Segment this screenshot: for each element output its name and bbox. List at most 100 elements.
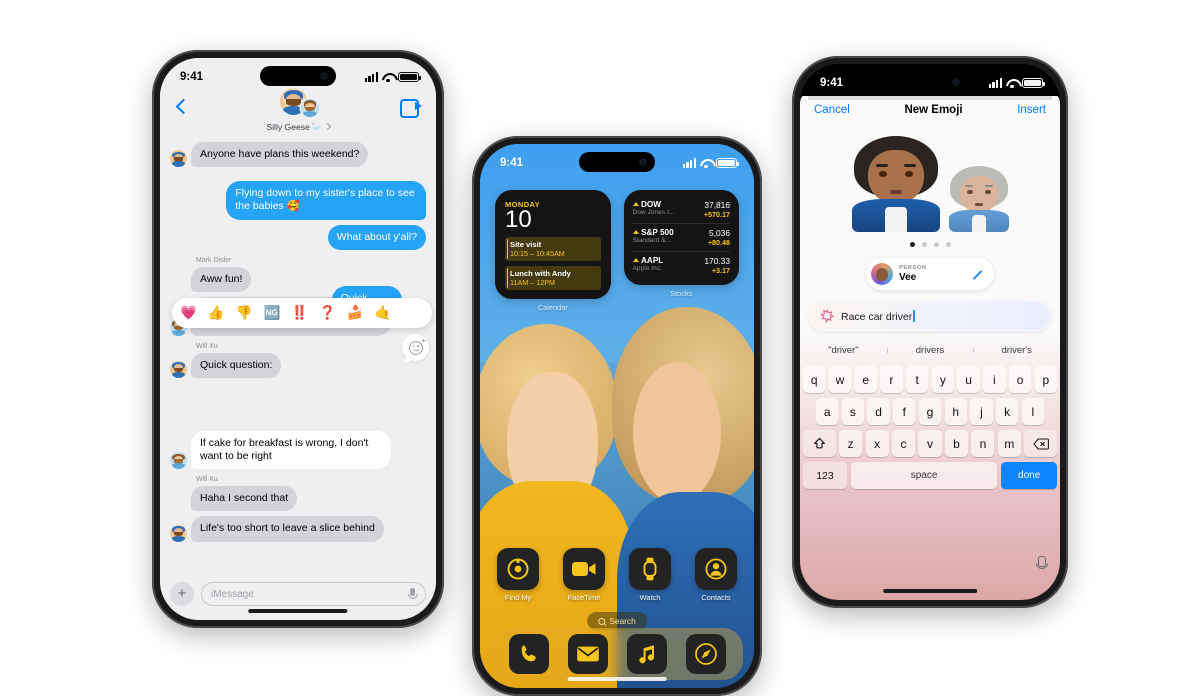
message-bubble[interactable]: Aww fun! bbox=[191, 266, 252, 293]
microphone-icon[interactable] bbox=[408, 588, 418, 600]
done-key[interactable]: done bbox=[1001, 462, 1057, 489]
genmoji-carousel[interactable] bbox=[800, 128, 1060, 232]
stock-right: 37,816 +570.17 bbox=[704, 200, 730, 220]
message-bubble[interactable]: If cake for breakfast is wrong, I don't … bbox=[191, 430, 391, 470]
conversation-title: Silly Geese 🦢 bbox=[266, 121, 331, 132]
tapback-option[interactable]: ‼️ bbox=[291, 305, 308, 321]
chevron-left-icon[interactable] bbox=[172, 98, 192, 118]
key-b[interactable]: b bbox=[944, 430, 968, 457]
key-w[interactable]: w bbox=[828, 366, 852, 393]
app-icon-findmy[interactable]: Find My bbox=[495, 548, 541, 602]
stock-row[interactable]: S&P 500 Standard &... 5,036 +80.48 bbox=[632, 224, 730, 252]
safari-icon[interactable] bbox=[685, 634, 726, 674]
status-time: 9:41 bbox=[180, 71, 204, 83]
key-h[interactable]: h bbox=[944, 398, 967, 425]
calendar-event[interactable]: Lunch with Andy 11AM – 12PM bbox=[505, 266, 601, 290]
suggestion-bar[interactable]: "driver" drivers driver's bbox=[800, 340, 1060, 361]
key-v[interactable]: v bbox=[918, 430, 942, 457]
page-dot[interactable] bbox=[921, 242, 927, 247]
numbers-key[interactable]: 123 bbox=[803, 462, 847, 489]
key-l[interactable]: l bbox=[1021, 398, 1044, 425]
suggestion-item[interactable]: drivers bbox=[886, 345, 974, 356]
key-n[interactable]: n bbox=[971, 430, 995, 457]
conversation-header[interactable]: Silly Geese 🦢 bbox=[200, 88, 396, 132]
app-icon-watch[interactable]: Watch bbox=[627, 548, 673, 602]
tapback-option[interactable]: 🤙 bbox=[375, 305, 392, 321]
key-q[interactable]: q bbox=[803, 366, 826, 393]
stock-row[interactable]: DOW Dow Jones I... 37,816 +570.17 bbox=[632, 196, 730, 224]
delete-icon[interactable] bbox=[1024, 430, 1058, 457]
key-p[interactable]: p bbox=[1034, 366, 1057, 393]
tapback-option[interactable]: 👎 bbox=[236, 305, 253, 321]
tapback-option[interactable]: 👍 bbox=[208, 305, 225, 321]
key-i[interactable]: i bbox=[983, 366, 1006, 393]
person-chip[interactable]: PERSON Vee bbox=[866, 258, 994, 290]
mail-icon[interactable] bbox=[567, 634, 608, 674]
calendar-widget[interactable]: MONDAY 10 Site visit 10:15 – 10:45AM Lun… bbox=[495, 190, 611, 299]
insert-button[interactable]: Insert bbox=[1017, 104, 1046, 116]
key-t[interactable]: t bbox=[905, 366, 929, 393]
microphone-icon[interactable] bbox=[1035, 556, 1048, 572]
stocks-widget[interactable]: DOW Dow Jones I... 37,816 +570.17 S&P 50… bbox=[623, 190, 739, 285]
message-bubble[interactable]: Life's too short to leave a slice behind bbox=[191, 516, 384, 542]
space-key[interactable]: space bbox=[850, 462, 998, 489]
key-u[interactable]: u bbox=[957, 366, 980, 393]
stock-left: AAPL Apple Inc. bbox=[632, 256, 663, 272]
key-o[interactable]: o bbox=[1008, 366, 1032, 393]
page-dots[interactable] bbox=[800, 242, 1060, 247]
conversation-name: Silly Geese bbox=[266, 121, 310, 132]
message-bubble[interactable]: Flying down to my sister's place to see … bbox=[226, 181, 426, 220]
cancel-button[interactable]: Cancel bbox=[814, 104, 850, 116]
tapback-option[interactable]: 🆖 bbox=[263, 305, 280, 321]
key-j[interactable]: j bbox=[970, 398, 993, 425]
key-e[interactable]: e bbox=[854, 366, 877, 393]
prompt-input[interactable]: Race car driver bbox=[809, 301, 1051, 331]
pencil-icon[interactable] bbox=[973, 268, 986, 281]
key-d[interactable]: d bbox=[867, 398, 890, 425]
page-dot[interactable] bbox=[933, 242, 939, 247]
key-c[interactable]: c bbox=[892, 430, 916, 457]
key-y[interactable]: y bbox=[931, 366, 955, 393]
tapback-option[interactable]: 🍰 bbox=[347, 305, 364, 321]
findmy-icon bbox=[497, 548, 539, 590]
imessage-input[interactable]: iMessage bbox=[201, 582, 426, 606]
smiley-plus-icon[interactable]: + bbox=[402, 334, 429, 362]
watch-icon bbox=[629, 548, 671, 590]
suggestion-item[interactable]: "driver" bbox=[800, 345, 887, 356]
facetime-video-icon[interactable] bbox=[400, 99, 422, 118]
add-attachment-button[interactable]: + bbox=[170, 582, 194, 606]
stock-price: 170.33 bbox=[704, 255, 730, 266]
stock-row[interactable]: AAPL Apple Inc. 170.33 +3.17 bbox=[632, 252, 730, 279]
genmoji-alternate[interactable] bbox=[948, 166, 1010, 232]
key-f[interactable]: f bbox=[893, 398, 916, 425]
message-bubble[interactable]: Quick question: bbox=[191, 352, 282, 378]
app-icon-facetime[interactable]: FaceTime bbox=[561, 548, 607, 602]
page-dot[interactable] bbox=[909, 242, 915, 247]
genmoji-primary[interactable] bbox=[850, 136, 942, 232]
calendar-event[interactable]: Site visit 10:15 – 10:45AM bbox=[505, 237, 601, 262]
phone-icon[interactable] bbox=[508, 634, 549, 674]
app-icon-contacts[interactable]: Contacts bbox=[693, 548, 739, 602]
key-s[interactable]: s bbox=[841, 398, 865, 425]
key-g[interactable]: g bbox=[918, 398, 942, 425]
message-bubble[interactable]: Anyone have plans this weekend? bbox=[191, 142, 369, 168]
music-icon[interactable] bbox=[626, 634, 667, 674]
key-x[interactable]: x bbox=[865, 430, 889, 457]
sheet-header: Cancel New Emoji Insert bbox=[800, 92, 1060, 128]
shift-icon[interactable] bbox=[802, 430, 836, 457]
status-icons bbox=[682, 157, 739, 169]
tapback-picker[interactable]: 💗 👍 👎 🆖 ‼️ ❓ 🍰 🤙 bbox=[172, 298, 432, 328]
key-z[interactable]: z bbox=[839, 430, 863, 457]
key-k[interactable]: k bbox=[995, 398, 1019, 425]
tapback-option[interactable]: ❓ bbox=[319, 305, 336, 321]
page-dot[interactable] bbox=[945, 242, 951, 247]
sparkle-icon bbox=[820, 309, 835, 323]
key-a[interactable]: a bbox=[816, 398, 839, 425]
message-bubble[interactable]: What about y'all? bbox=[327, 224, 426, 250]
suggestion-item[interactable]: driver's bbox=[973, 345, 1060, 356]
key-m[interactable]: m bbox=[997, 430, 1021, 457]
stock-right: 170.33 +3.17 bbox=[704, 256, 730, 276]
tapback-option[interactable]: 💗 bbox=[180, 305, 197, 321]
key-r[interactable]: r bbox=[880, 366, 903, 393]
message-bubble[interactable]: Haha I second that bbox=[191, 486, 298, 512]
